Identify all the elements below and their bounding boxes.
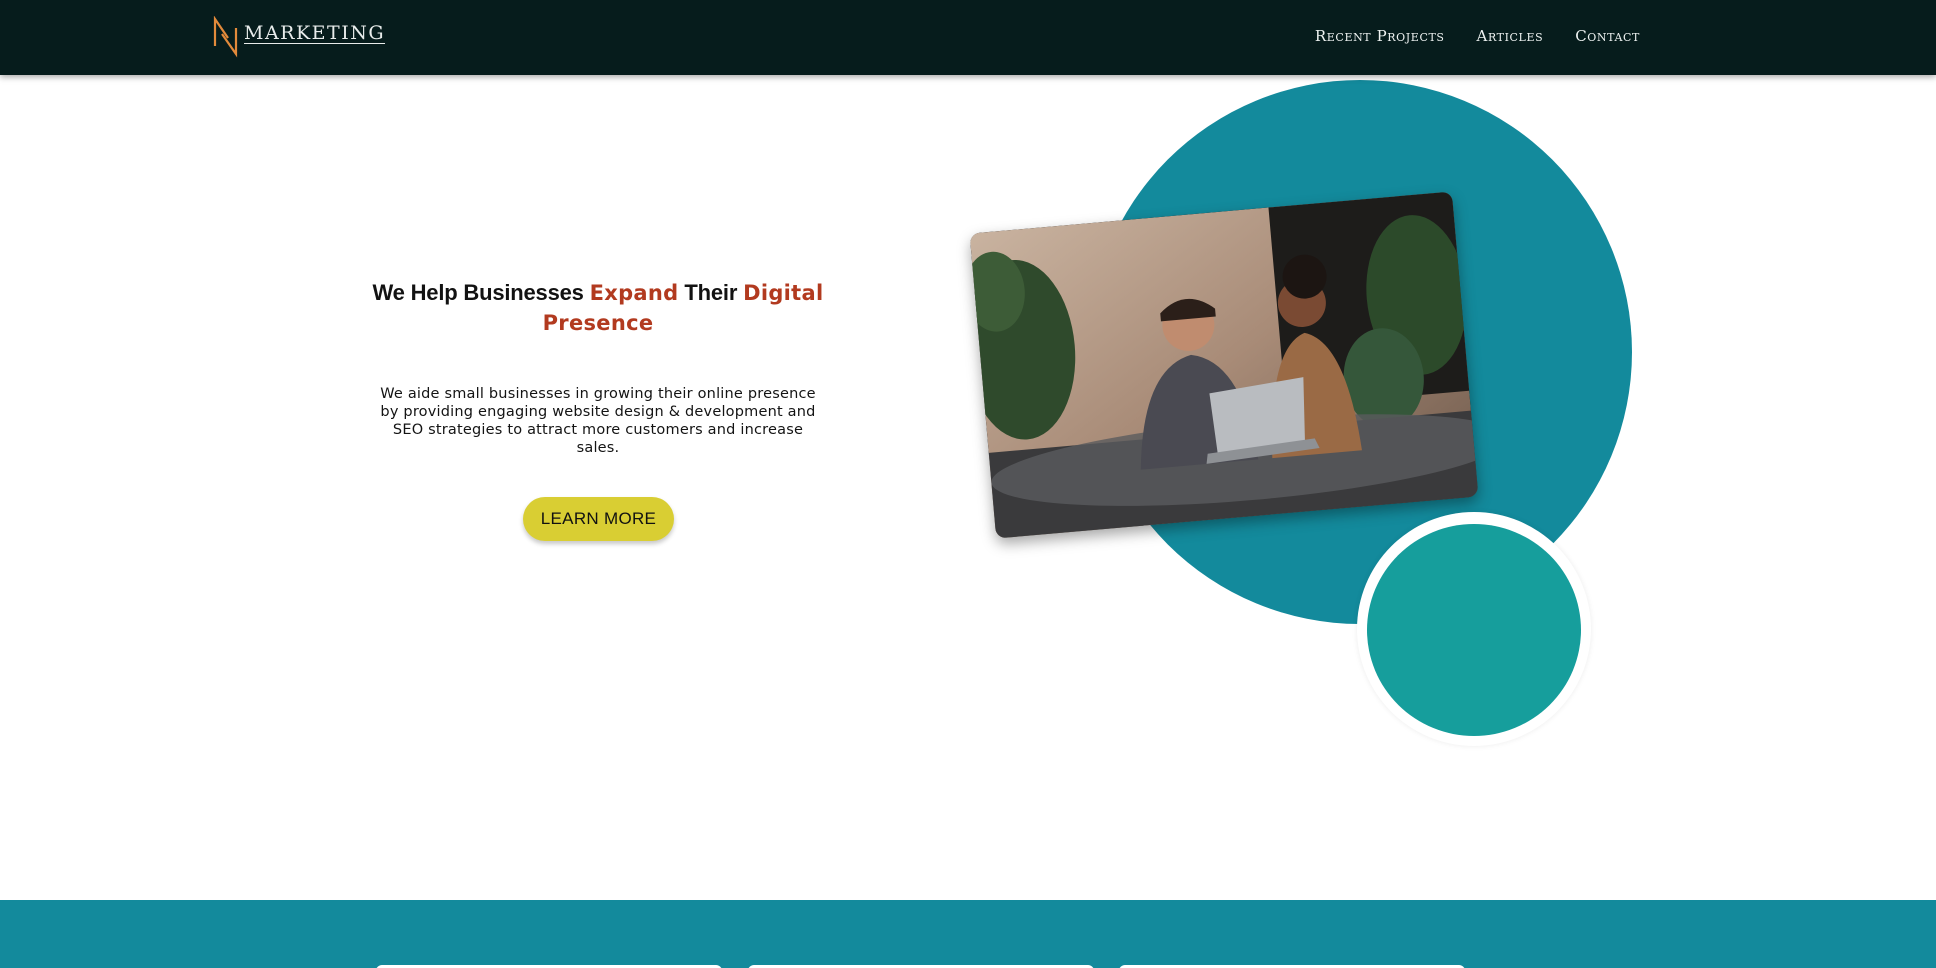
services-section (0, 900, 1936, 968)
decorative-small-circle (1367, 524, 1581, 736)
hero-title: We Help Businesses Expand Their Digital … (370, 278, 826, 338)
logo-wordmark: MARKETING (244, 22, 386, 44)
hero-text: We Help Businesses Expand Their Digital … (370, 278, 826, 457)
n-monogram-logo-icon (213, 16, 238, 58)
hero-photo-illustration (969, 191, 1479, 539)
hero-title-accent-expand: Expand (589, 281, 679, 305)
hero-title-part2: Their (678, 280, 744, 305)
nav-contact[interactable]: Contact (1575, 27, 1640, 45)
hero-description: We aide small businesses in growing thei… (380, 386, 816, 456)
nav-recent-projects[interactable]: Recent Projects (1315, 27, 1445, 45)
nav-articles[interactable]: Articles (1477, 27, 1544, 45)
hero-title-part1: We Help Businesses (372, 280, 590, 305)
main-nav: Recent Projects Articles Contact (1315, 27, 1640, 45)
site-header: MARKETING Recent Projects Articles Conta… (0, 0, 1936, 75)
hero-photo (969, 191, 1479, 539)
site-logo[interactable]: MARKETING (212, 16, 384, 58)
learn-more-button[interactable]: LEARN MORE (523, 497, 674, 541)
